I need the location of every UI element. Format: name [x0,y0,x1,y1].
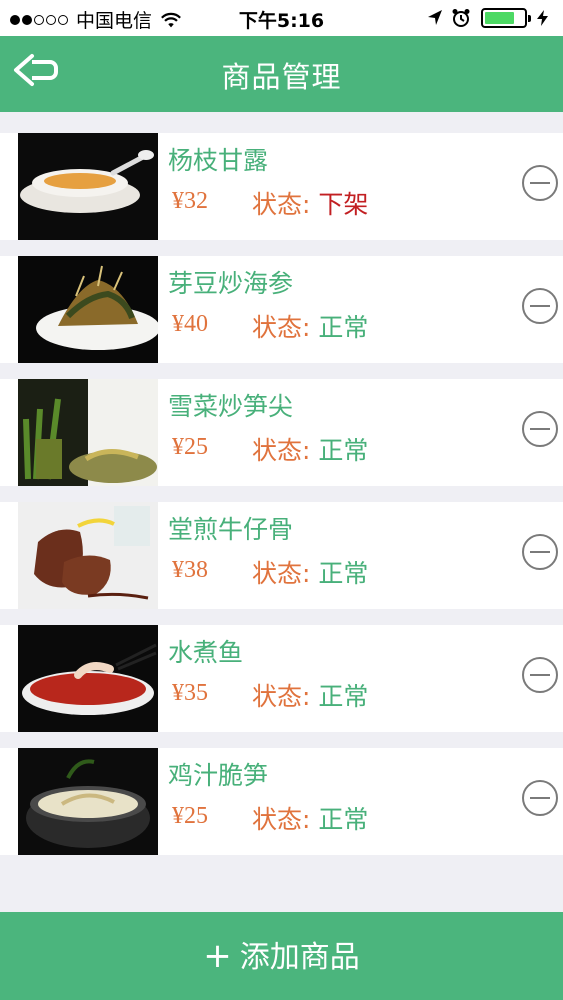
product-image [18,379,158,486]
product-name: 杨枝甘露 [168,146,269,175]
remove-product-button[interactable] [522,780,558,816]
status-value: 下架 [318,190,369,219]
battery-icon [481,8,531,28]
product-item[interactable]: 堂煎牛仔骨 ¥38 状态: 正常 [0,502,563,609]
remove-product-button[interactable] [522,534,558,570]
product-price: ¥25 [172,803,208,829]
status-value: 正常 [318,436,369,465]
product-price: ¥38 [172,557,208,583]
product-price: ¥32 [172,188,208,214]
page-title: 商品管理 [221,60,342,94]
product-price: ¥25 [172,434,208,460]
product-item[interactable]: 杨枝甘露 ¥32 状态: 下架 [0,133,563,240]
product-name: 水煮鱼 [168,638,244,667]
product-image [18,502,158,609]
product-status: 状态: 正常 [252,805,369,834]
product-item[interactable]: 雪菜炒笋尖 ¥25 状态: 正常 [0,379,563,486]
product-item[interactable]: 鸡汁脆笋 ¥25 状态: 正常 [0,748,563,855]
remove-product-button[interactable] [522,657,558,693]
plus-icon: + [203,936,232,976]
location-arrow-icon [428,10,442,25]
status-value: 正常 [318,559,369,588]
remove-product-button[interactable] [522,165,558,201]
status-bar: 中国电信 下午5:16 [0,0,563,36]
status-value: 正常 [318,805,369,834]
status-value: 正常 [318,682,369,711]
product-image [18,133,158,240]
status-value: 正常 [318,313,369,342]
alarm-clock-icon [452,9,470,27]
product-image [18,748,158,855]
product-status: 状态: 正常 [252,313,369,342]
product-item[interactable]: 水煮鱼 ¥35 状态: 正常 [0,625,563,732]
product-price: ¥40 [172,311,208,337]
product-item[interactable]: 芽豆炒海参 ¥40 状态: 正常 [0,256,563,363]
add-product-button[interactable]: + 添加商品 [0,912,563,1000]
product-price: ¥35 [172,680,208,706]
remove-product-button[interactable] [522,411,558,447]
product-name: 堂煎牛仔骨 [168,515,294,544]
product-status: 状态: 下架 [252,190,369,219]
product-status: 状态: 正常 [252,436,369,465]
product-name: 鸡汁脆笋 [168,761,269,790]
add-product-label: 添加商品 [239,940,360,975]
product-image [18,625,158,732]
charging-bolt-icon [537,10,548,26]
navigation-bar: 商品管理 [0,36,563,112]
remove-product-button[interactable] [522,288,558,324]
product-status: 状态: 正常 [252,682,369,711]
product-image [18,256,158,363]
product-status: 状态: 正常 [252,559,369,588]
product-name: 雪菜炒笋尖 [168,392,294,421]
product-name: 芽豆炒海参 [168,269,294,298]
